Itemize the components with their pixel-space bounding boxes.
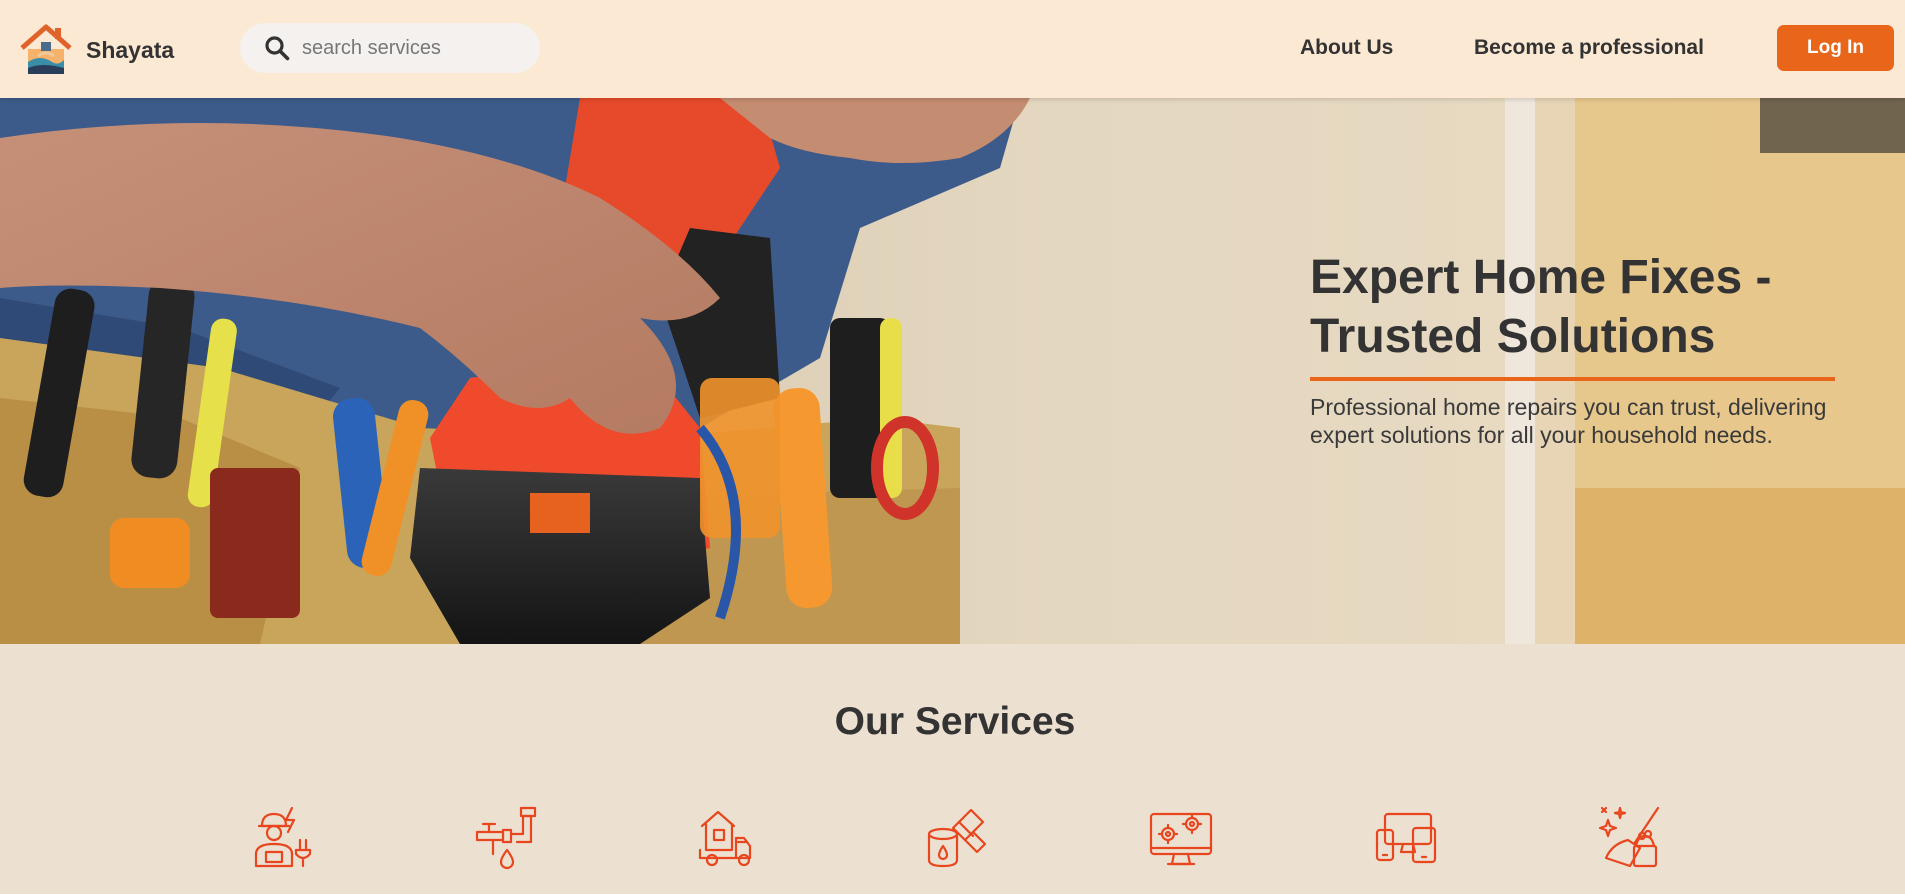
hero-section: Expert Home Fixes - Trusted Solutions Pr… [0,98,1905,644]
hero-image [0,98,1905,644]
painting-icon[interactable] [923,804,989,870]
search-input[interactable] [302,36,522,60]
plumbing-icon[interactable] [473,804,539,870]
cleaning-icon[interactable] [1598,804,1664,870]
search-icon [265,36,290,61]
house-moving-icon[interactable] [698,804,764,870]
hero-title-line-1: Expert Home Fixes - [1310,251,1772,304]
logo-icon [20,24,72,74]
hero-subtitle: Professional home repairs you can trust,… [1310,394,1827,448]
login-button[interactable]: Log In [1777,25,1894,71]
services-title: Our Services [834,700,1076,743]
services-section: Our Services [0,644,1905,894]
hero-title-line-2: Trusted Solutions [1310,310,1716,363]
navbar: Shayata About Us Become a professional L… [0,0,1905,98]
search-box[interactable] [240,23,540,73]
brand-name: Shayata [86,36,175,63]
hero-title: Expert Home Fixes - Trusted Solutions [1310,248,1870,366]
electrician-icon[interactable] [248,804,314,870]
device-repair-icon[interactable] [1373,804,1439,870]
nav-become-professional-link[interactable]: Become a professional [1474,36,1704,60]
brand-link[interactable]: Shayata [18,22,174,78]
nav-about-us-link[interactable]: About Us [1300,36,1393,60]
hero-underline [1310,377,1835,381]
tech-setup-icon[interactable] [1148,804,1214,870]
